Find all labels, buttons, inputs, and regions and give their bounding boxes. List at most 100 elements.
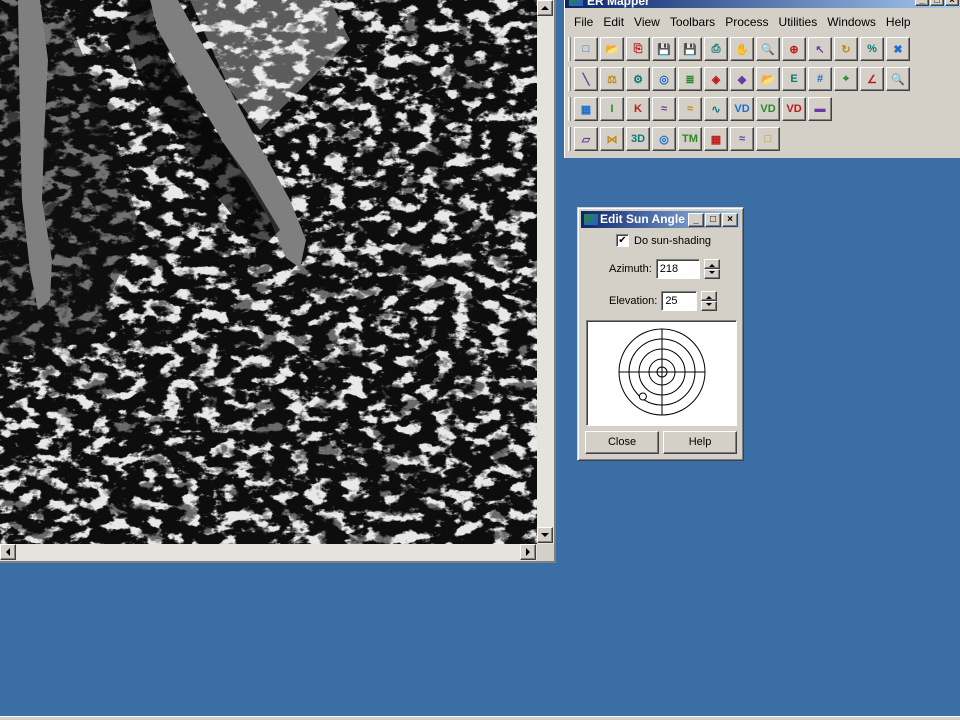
checkmark-icon: ✔ <box>618 234 627 246</box>
process-toolbar: ▦ I K ≈ ≈ ∿ VD VD VD ▬ <box>568 94 834 124</box>
algorithm-icon: ⚙ <box>633 73 643 86</box>
close-window-button[interactable]: × <box>945 0 959 6</box>
grid-icon: # <box>816 73 824 85</box>
fingerprint-icon: ◎ <box>659 73 669 86</box>
balance-tool-button[interactable]: ⚖ <box>600 67 624 91</box>
grid-tool-button[interactable]: # <box>808 67 832 91</box>
azimuth-increment-button[interactable] <box>703 259 720 269</box>
zoom-box-tool-button[interactable]: ⊕ <box>782 37 806 61</box>
scroll-corner <box>537 544 554 561</box>
wave2-tool-button[interactable]: ≈ <box>678 97 702 121</box>
maximize-button[interactable]: □ <box>705 213 721 227</box>
parallelogram-tool-button[interactable]: ▱ <box>574 127 598 151</box>
minimize-button[interactable]: _ <box>915 0 929 6</box>
menu-utilities[interactable]: Utilities <box>774 12 823 32</box>
sun-dialog-title: Edit Sun Angle <box>600 212 685 226</box>
scroll-up-button[interactable] <box>537 0 553 16</box>
pan-hand-tool-button[interactable]: ✋ <box>730 37 754 61</box>
scroll-down-button[interactable] <box>537 527 553 543</box>
sun-dial-graphic <box>618 328 706 416</box>
pan-hand-icon: ✋ <box>735 43 749 56</box>
curve-tool-button[interactable]: ∠ <box>860 67 884 91</box>
new-tool-button[interactable]: □ <box>574 37 598 61</box>
toolbar-grip[interactable] <box>568 127 571 151</box>
pencil-tool-button[interactable]: ╲ <box>574 67 598 91</box>
vertical-scrollbar[interactable] <box>537 0 554 544</box>
layer-icon: ◆ <box>737 73 747 86</box>
sun-angle-dial[interactable] <box>586 320 737 426</box>
menu-edit[interactable]: Edit <box>598 12 629 32</box>
menu-view[interactable]: View <box>629 12 665 32</box>
elevation-input[interactable]: 25 <box>661 291 698 311</box>
layers-stack-tool-button[interactable]: ≣ <box>678 67 702 91</box>
azimuth-decrement-button[interactable] <box>703 269 720 279</box>
formula-tool-button[interactable]: E <box>782 67 806 91</box>
menu-windows[interactable]: Windows <box>822 12 881 32</box>
menu-file[interactable]: File <box>569 12 598 32</box>
tm-tool-button[interactable]: TM <box>678 127 702 151</box>
crosshair-tool-button[interactable]: ⌖ <box>834 67 858 91</box>
menu-help[interactable]: Help <box>881 12 916 32</box>
classify-tool-button[interactable]: K <box>626 97 650 121</box>
stop-tool-button[interactable]: ✖ <box>886 37 910 61</box>
zoom-icon: 🔍 <box>761 43 775 56</box>
close-button[interactable]: Close <box>585 431 659 454</box>
histogram-tool-button[interactable]: ∿ <box>704 97 728 121</box>
toolbar-grip[interactable] <box>568 97 571 121</box>
scroll-right-button[interactable] <box>520 544 536 560</box>
bowtie-tool-button[interactable]: ⋈ <box>600 127 624 151</box>
azimuth-input[interactable]: 218 <box>655 259 700 279</box>
copy-tool-button[interactable]: ⎘ <box>626 37 650 61</box>
vd-icon: VD <box>734 103 750 115</box>
mosaic2-tool-button[interactable]: ▦ <box>704 127 728 151</box>
vd-tool-button[interactable]: VD <box>730 97 754 121</box>
3d-tool-button[interactable]: 3D <box>626 127 650 151</box>
menu-process[interactable]: Process <box>720 12 773 32</box>
close-dialog-button[interactable]: × <box>722 213 738 227</box>
sun-dialog-title-bar[interactable]: Edit Sun Angle _ □ × <box>581 211 740 228</box>
percent-tool-button[interactable]: % <box>860 37 884 61</box>
azimuth-spinner <box>703 259 720 279</box>
main-title-bar[interactable]: ER Mapper _ □ × <box>565 0 960 8</box>
refresh-tool-button[interactable]: ↻ <box>834 37 858 61</box>
elevation-increment-button[interactable] <box>701 291 718 301</box>
curve-icon: ∠ <box>867 73 877 86</box>
layer-tool-button[interactable]: ◆ <box>730 67 754 91</box>
colorbar-tool-button[interactable]: ▬ <box>808 97 832 121</box>
frame-tool-button[interactable]: □ <box>756 127 780 151</box>
elevation-decrement-button[interactable] <box>701 301 718 311</box>
open-folder-tool-button[interactable]: 📂 <box>756 67 780 91</box>
wave3-tool-button[interactable]: ≈ <box>730 127 754 151</box>
wave-tool-button[interactable]: ≈ <box>652 97 676 121</box>
geocode-tool-button[interactable]: ◈ <box>704 67 728 91</box>
vd3-tool-button[interactable]: VD <box>782 97 806 121</box>
classify-icon: K <box>634 103 642 115</box>
vd2-tool-button[interactable]: VD <box>756 97 780 121</box>
save-as-tool-button[interactable]: 💾 <box>678 37 702 61</box>
open-tool-button[interactable]: 📂 <box>600 37 624 61</box>
print-tool-button[interactable]: ⎙ <box>704 37 728 61</box>
scroll-left-button[interactable] <box>0 544 16 560</box>
pointer-tool-button[interactable]: ↖ <box>808 37 832 61</box>
save-tool-button[interactable]: 💾 <box>652 37 676 61</box>
menu-toolbars[interactable]: Toolbars <box>665 12 720 32</box>
toolbar-grip[interactable] <box>568 67 571 91</box>
maximize-button[interactable]: □ <box>930 0 944 6</box>
shaded-relief-image[interactable] <box>0 0 537 544</box>
pencil-icon: ╲ <box>582 73 590 86</box>
zoom-tool-button[interactable]: 🔍 <box>756 37 780 61</box>
algorithm-tool-button[interactable]: ⚙ <box>626 67 650 91</box>
minimize-button[interactable]: _ <box>688 213 704 227</box>
mosaic-tool-button[interactable]: ▦ <box>574 97 598 121</box>
horizontal-scrollbar[interactable] <box>0 544 537 561</box>
info-tool-button[interactable]: I <box>600 97 624 121</box>
fingerprint2-tool-button[interactable]: ◎ <box>652 127 676 151</box>
toolbar-grip[interactable] <box>568 37 571 61</box>
sun-position-marker <box>638 392 647 401</box>
balance-icon: ⚖ <box>607 73 617 86</box>
magnify-globe-tool-button[interactable]: 🔍 <box>886 67 910 91</box>
fingerprint-tool-button[interactable]: ◎ <box>652 67 676 91</box>
help-button[interactable]: Help <box>663 431 737 454</box>
do-sun-shading-checkbox[interactable]: ✔ <box>616 234 629 247</box>
elevation-label: Elevation: <box>609 295 658 307</box>
